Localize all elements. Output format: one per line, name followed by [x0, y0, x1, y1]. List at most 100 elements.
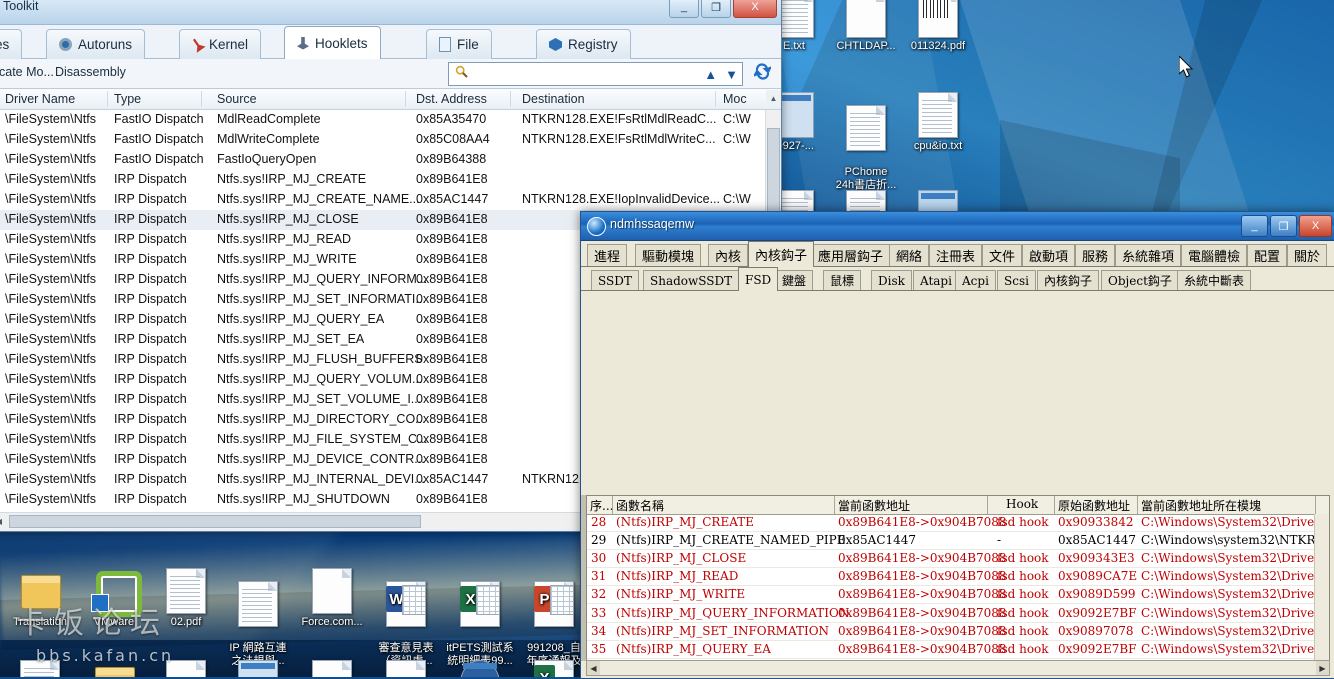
search-prev-icon[interactable]: ▲ [700, 67, 721, 82]
tab-13[interactable]: 關於 [1287, 244, 1328, 266]
table-row[interactable]: 31 (Ntfs)IRP_MJ_READ 0x89B641E8->0x904B708… [587, 568, 1329, 587]
toolkit-subbar[interactable]: cate Mo... Disassembly ▲ ▼ [0, 59, 781, 89]
tab-3[interactable]: 內核鈎子 [748, 241, 815, 267]
desktop-icon-pchome[interactable]: PChome 24h書店折... [828, 92, 904, 205]
toolkit-tabstrip[interactable]: esses Autoruns Kernel Hooklets File Regi… [0, 25, 781, 59]
column-destination[interactable]: Destination [522, 92, 585, 106]
desktop-icon-row3-6[interactable] [368, 660, 444, 677]
close-button[interactable]: X [733, 0, 777, 18]
tab-0[interactable]: 進程 [587, 244, 628, 266]
sub-tabstrip[interactable]: SSDT ShadowSSDT FSD 鍵盤 鼠標 Disk Atapi Acpi Scsi 內核… [581, 267, 1334, 291]
search-box[interactable]: ▲ ▼ [448, 62, 743, 86]
tab-8[interactable]: 啟動項 [1022, 244, 1076, 266]
column-dst-address[interactable]: Dst. Address [416, 92, 487, 106]
column-module-path[interactable]: 當前函數地址所在模塊 [1141, 497, 1261, 514]
tab-7[interactable]: 文件 [982, 244, 1023, 266]
column-original-address[interactable]: 原始函數地址 [1058, 497, 1130, 514]
hook-grid[interactable]: 序... 函數名稱 當前函數地址 Hook 原始函數地址 當前函數地址所在模塊 … [586, 495, 1330, 661]
desktop-icon-chtldap[interactable]: CHTLDAP... [828, 0, 904, 53]
tab-7[interactable]: Acpi [955, 270, 996, 290]
tab-2[interactable]: FSD [738, 267, 779, 291]
tab-file[interactable]: File [426, 29, 492, 59]
refresh-icon[interactable] [752, 63, 773, 85]
grid-vertical-scrollbar[interactable] [1314, 514, 1329, 660]
table-row[interactable]: 30 (Ntfs)IRP_MJ_CLOSE 0x89B641E8->0x904B70… [587, 550, 1329, 569]
tab-4[interactable]: 鼠標 [823, 270, 862, 290]
tab-12[interactable]: 配置 [1247, 244, 1288, 266]
table-row[interactable]: 29 (Ntfs)IRP_MJ_CREATE_NAMED_PIPE 0x85AC14… [587, 532, 1329, 551]
tab-2[interactable]: 內核 [708, 244, 749, 266]
desktop-icon-row3-5[interactable] [294, 660, 370, 677]
column-type[interactable]: Type [114, 92, 141, 106]
grid-horizontal-scrollbar[interactable]: ◀ ▶ [586, 660, 1330, 676]
table-row[interactable]: \FileSystem\Ntfs FastIO Dispatch MdlReadCo… [0, 110, 781, 130]
maximize-button[interactable]: ❐ [701, 0, 731, 18]
column-module[interactable]: Moc [723, 92, 747, 106]
search-next-icon[interactable]: ▼ [721, 67, 742, 82]
tab-processes[interactable]: esses [0, 29, 23, 59]
scroll-left-arrow[interactable]: ◀ [587, 661, 600, 675]
tab-8[interactable]: Scsi [997, 270, 1036, 290]
rootkit-tool-window[interactable]: ndmhssaqemw _ ❐ X 進程 驅動模塊 內核 內核鈎子 應用層鈎子 網絡 注冊表… [580, 211, 1334, 679]
window-controls[interactable]: _ ❐ X [669, 0, 777, 18]
cell-orig: 0x9092E7BF [1058, 605, 1137, 620]
tab-10[interactable]: 糸統雜項 [1115, 244, 1182, 266]
column-current-address[interactable]: 當前函數地址 [838, 497, 910, 514]
tab-9[interactable]: 服務 [1075, 244, 1116, 266]
main-tabstrip[interactable]: 進程 驅動模塊 內核 內核鈎子 應用層鈎子 網絡 注冊表 文件 啟動項 服務 糸統雜項 電腦體檢 配置關… [581, 241, 1334, 267]
table-row[interactable]: \FileSystem\Ntfs FastIO Dispatch MdlWriteC… [0, 130, 781, 150]
tab-11[interactable]: 電腦體檢 [1181, 244, 1248, 266]
toolkit-column-headers[interactable]: Driver Name Type Source Dst. Address Des… [0, 89, 781, 110]
tab-10[interactable]: Object鈎子 [1101, 270, 1179, 290]
window-controls[interactable]: _ ❐ X [1241, 215, 1332, 237]
minimize-button[interactable]: _ [669, 0, 699, 18]
cell-fn: (Ntfs)IRP_MJ_CLOSE [616, 551, 747, 566]
rootkit-titlebar[interactable]: ndmhssaqemw _ ❐ X [581, 212, 1334, 241]
table-row[interactable]: \FileSystem\Ntfs IRP Dispatch Ntfs.sys!IRP… [0, 170, 781, 190]
tab-0[interactable]: SSDT [591, 270, 639, 290]
tab-6[interactable]: 注冊表 [929, 244, 983, 266]
desktop-icon-011324-pdf[interactable]: 011324.pdf [900, 0, 976, 53]
desktop-icon-row3-7[interactable] [442, 660, 518, 677]
column-function-name[interactable]: 函數名稱 [616, 497, 664, 514]
toolkit-titlebar[interactable]: Toolkit _ ❐ X [0, 0, 781, 25]
table-row[interactable]: 33 (Ntfs)IRP_MJ_QUERY_INFORMATION 0x89B641… [587, 605, 1329, 623]
desktop-icon-force-com[interactable]: Force.com... [294, 568, 370, 629]
table-row[interactable]: 32 (Ntfs)IRP_MJ_WRITE 0x89B641E8->0x904B70… [587, 586, 1329, 605]
tab-5[interactable]: Disk [871, 270, 912, 290]
column-hook[interactable]: Hook [1006, 497, 1038, 511]
table-row[interactable]: \FileSystem\Ntfs FastIO Dispatch FastIoQue… [0, 150, 781, 170]
tab-registry[interactable]: Registry [536, 29, 631, 59]
search-input[interactable] [472, 66, 701, 82]
tab-5[interactable]: 網絡 [889, 244, 930, 266]
maximize-button[interactable]: ❐ [1270, 215, 1297, 237]
table-row[interactable]: 34 (Ntfs)IRP_MJ_SET_INFORMATION 0x89B641E8… [587, 623, 1329, 641]
minimize-button[interactable]: _ [1241, 215, 1268, 237]
column-source[interactable]: Source [217, 92, 257, 106]
tab-6[interactable]: Atapi [913, 270, 959, 290]
tab-11[interactable]: 糸統中斷表 [1177, 270, 1252, 290]
table-row[interactable]: 28 (Ntfs)IRP_MJ_CREATE 0x89B641E8->0x904B7… [587, 514, 1329, 533]
scroll-right-arrow[interactable]: ▶ [1316, 661, 1329, 675]
tab-9[interactable]: 內核鈎子 [1037, 270, 1100, 290]
subbar-locate-module[interactable]: cate Mo... [0, 65, 54, 79]
subbar-disassembly[interactable]: Disassembly [55, 65, 126, 79]
column-index[interactable]: 序... [590, 497, 613, 514]
tab-1[interactable]: ShadowSSDT [643, 270, 740, 290]
table-row[interactable]: 35 (Ntfs)IRP_MJ_QUERY_EA 0x89B641E8->0x904… [587, 641, 1329, 659]
desktop-icon-row3-4[interactable] [220, 660, 296, 677]
tab-4[interactable]: 應用層鈎子 [811, 244, 891, 266]
tab-kernel[interactable]: Kernel [179, 29, 262, 59]
hscrollbar-thumb[interactable] [9, 515, 421, 528]
tab-autoruns[interactable]: Autoruns [46, 29, 146, 59]
tab-1[interactable]: 驅動模塊 [635, 244, 702, 266]
scroll-left-arrow[interactable]: ◀ [0, 513, 7, 530]
table-row[interactable]: \FileSystem\Ntfs IRP Dispatch Ntfs.sys!IRP… [0, 190, 781, 210]
tab-hooklets[interactable]: Hooklets [284, 26, 381, 59]
desktop-icon-cpuio-txt[interactable]: cpu&io.txt [900, 92, 976, 153]
tab-3[interactable]: 鍵盤 [775, 270, 814, 290]
scroll-up-arrow[interactable]: ▲ [766, 90, 781, 106]
column-driver-name[interactable]: Driver Name [5, 92, 75, 106]
close-button[interactable]: X [1299, 215, 1332, 237]
grid-column-headers[interactable]: 序... 函數名稱 當前函數地址 Hook 原始函數地址 當前函數地址所在模塊 [587, 496, 1329, 515]
